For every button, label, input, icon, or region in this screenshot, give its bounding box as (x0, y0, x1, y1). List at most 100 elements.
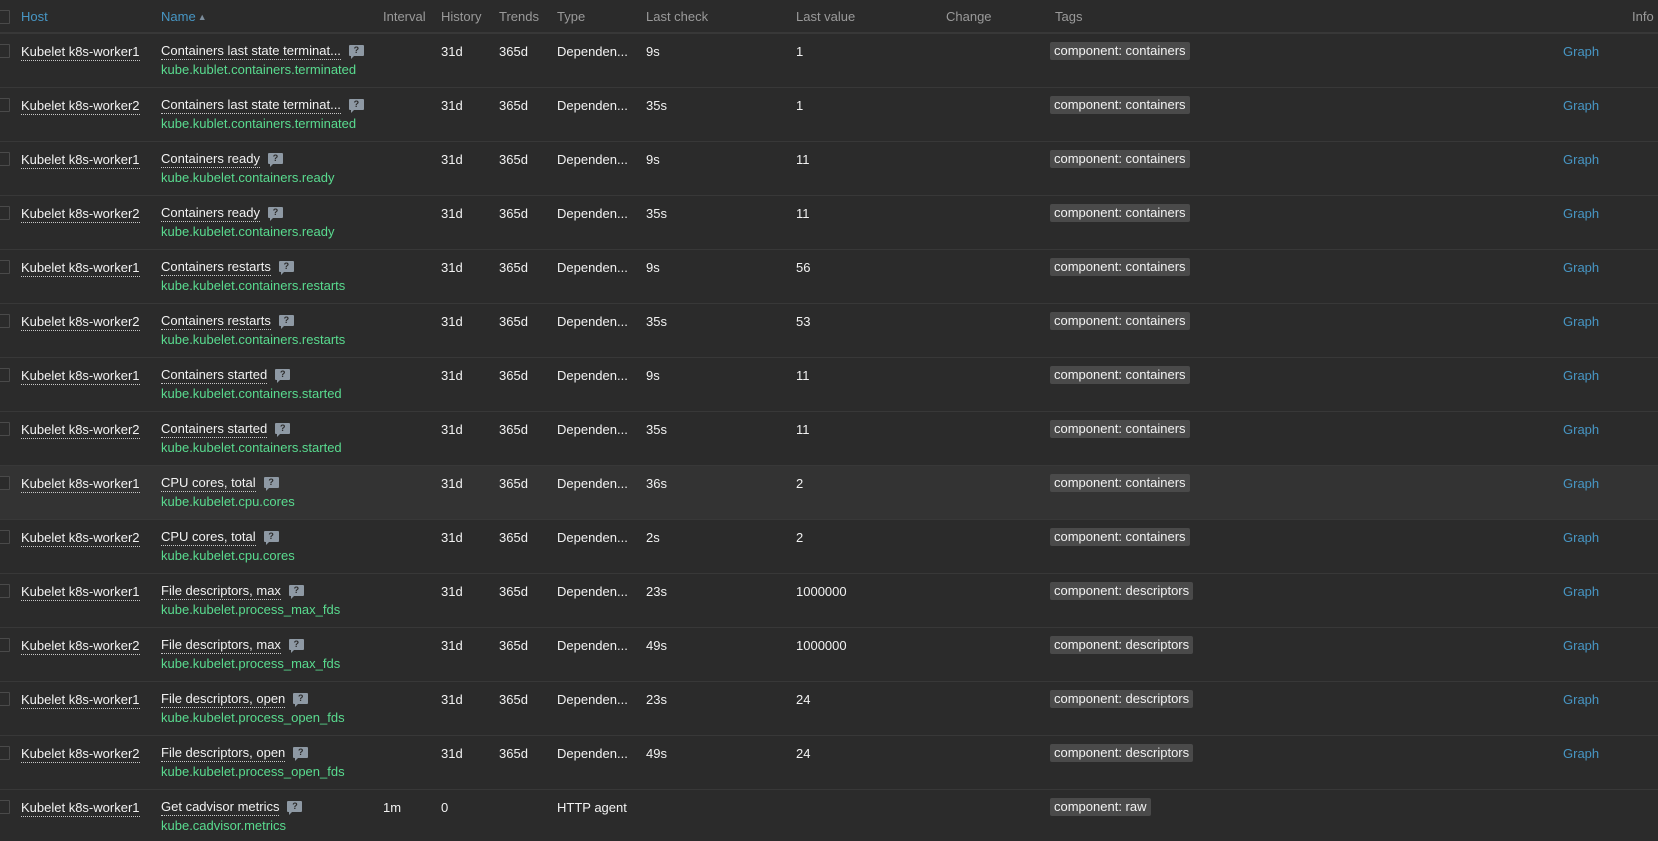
tag-badge[interactable]: component: descriptors (1050, 582, 1194, 600)
column-host[interactable]: Host (21, 9, 48, 24)
tag-badge[interactable]: component: containers (1050, 420, 1190, 438)
item-name-link[interactable]: Containers restarts (161, 313, 271, 330)
graph-link[interactable]: Graph (1563, 260, 1599, 275)
help-icon[interactable]: ? (348, 45, 364, 59)
last-check-cell: 35s (646, 422, 667, 437)
graph-link[interactable]: Graph (1563, 638, 1599, 653)
tag-badge[interactable]: component: containers (1050, 474, 1190, 492)
host-cell: Kubelet k8s-worker1 (21, 692, 140, 709)
graph-link[interactable]: Graph (1563, 422, 1599, 437)
row-checkbox[interactable] (0, 692, 10, 706)
row-checkbox[interactable] (0, 260, 10, 274)
tag-badge[interactable]: component: containers (1050, 528, 1190, 546)
host-link[interactable]: Kubelet k8s-worker1 (21, 152, 140, 169)
host-link[interactable]: Kubelet k8s-worker1 (21, 44, 140, 61)
host-link[interactable]: Kubelet k8s-worker2 (21, 746, 140, 763)
host-link[interactable]: Kubelet k8s-worker1 (21, 476, 140, 493)
item-name-link[interactable]: Containers ready (161, 205, 260, 222)
tag-badge[interactable]: component: raw (1050, 798, 1151, 816)
row-checkbox[interactable] (0, 476, 10, 490)
help-icon[interactable]: ? (278, 261, 294, 275)
graph-link[interactable]: Graph (1563, 206, 1599, 221)
item-name-link[interactable]: File descriptors, max (161, 583, 281, 600)
help-icon[interactable]: ? (275, 369, 291, 383)
item-name-link[interactable]: File descriptors, open (161, 745, 286, 762)
row-checkbox[interactable] (0, 422, 10, 436)
row-checkbox[interactable] (0, 368, 10, 382)
host-link[interactable]: Kubelet k8s-worker2 (21, 98, 140, 115)
host-link[interactable]: Kubelet k8s-worker2 (21, 530, 140, 547)
type-cell: Dependen... (557, 530, 628, 545)
host-link[interactable]: Kubelet k8s-worker2 (21, 422, 140, 439)
tag-badge[interactable]: component: containers (1050, 366, 1190, 384)
help-icon[interactable]: ? (288, 585, 304, 599)
help-icon[interactable]: ? (263, 477, 279, 491)
help-icon[interactable]: ? (287, 801, 303, 815)
graph-link[interactable]: Graph (1563, 584, 1599, 599)
host-link[interactable]: Kubelet k8s-worker1 (21, 692, 140, 709)
tag-badge[interactable]: component: descriptors (1050, 636, 1194, 654)
item-name-link[interactable]: File descriptors, open (161, 691, 286, 708)
row-checkbox[interactable] (0, 152, 10, 166)
help-icon[interactable]: ? (268, 153, 283, 167)
column-name[interactable]: Name ▲ (161, 9, 207, 24)
help-icon[interactable]: ? (263, 531, 279, 545)
row-checkbox[interactable] (0, 584, 10, 598)
item-name-cell: Containers last state terminat...? kube.… (161, 43, 364, 77)
help-icon[interactable]: ? (275, 423, 291, 437)
host-link[interactable]: Kubelet k8s-worker2 (21, 206, 140, 223)
table-row: Kubelet k8s-worker1 File descriptors, ma… (0, 574, 1658, 628)
graph-link[interactable]: Graph (1563, 746, 1599, 761)
item-name-link[interactable]: CPU cores, total (161, 529, 256, 546)
tag-badge[interactable]: component: containers (1050, 42, 1190, 60)
row-checkbox[interactable] (0, 638, 10, 652)
item-name-cell: Containers restarts? kube.kubelet.contai… (161, 259, 345, 293)
tag-badge[interactable]: component: containers (1050, 312, 1190, 330)
row-checkbox[interactable] (0, 98, 10, 112)
help-icon[interactable]: ? (293, 693, 309, 707)
row-checkbox[interactable] (0, 44, 10, 58)
host-link[interactable]: Kubelet k8s-worker1 (21, 800, 140, 817)
graph-link[interactable]: Graph (1563, 476, 1599, 491)
item-name-link[interactable]: Containers started (161, 367, 268, 384)
item-name-link[interactable]: File descriptors, max (161, 637, 281, 654)
item-name-link[interactable]: Containers last state terminat... (161, 43, 341, 60)
tag-badge[interactable]: component: containers (1050, 204, 1190, 222)
host-link[interactable]: Kubelet k8s-worker1 (21, 584, 140, 601)
row-checkbox[interactable] (0, 746, 10, 760)
graph-link[interactable]: Graph (1563, 314, 1599, 329)
tag-badge[interactable]: component: containers (1050, 96, 1190, 114)
tag-badge[interactable]: component: containers (1050, 150, 1190, 168)
item-name-link[interactable]: Containers restarts (161, 259, 271, 276)
row-checkbox[interactable] (0, 206, 10, 220)
graph-link[interactable]: Graph (1563, 98, 1599, 113)
select-all-checkbox[interactable] (0, 10, 10, 24)
item-name-link[interactable]: CPU cores, total (161, 475, 256, 492)
graph-link[interactable]: Graph (1563, 44, 1599, 59)
help-icon[interactable]: ? (348, 99, 364, 113)
row-checkbox[interactable] (0, 314, 10, 328)
host-link[interactable]: Kubelet k8s-worker1 (21, 260, 140, 277)
tag-badge[interactable]: component: descriptors (1050, 690, 1194, 708)
tag-badge[interactable]: component: descriptors (1050, 744, 1194, 762)
host-link[interactable]: Kubelet k8s-worker1 (21, 368, 140, 385)
help-icon[interactable]: ? (288, 639, 304, 653)
item-name-link[interactable]: Containers last state terminat... (161, 97, 341, 114)
graph-link[interactable]: Graph (1563, 530, 1599, 545)
host-link[interactable]: Kubelet k8s-worker2 (21, 314, 140, 331)
item-name-link[interactable]: Containers started (161, 421, 268, 438)
graph-link[interactable]: Graph (1563, 692, 1599, 707)
host-link[interactable]: Kubelet k8s-worker2 (21, 638, 140, 655)
item-name-link[interactable]: Get cadvisor metrics (161, 799, 280, 816)
graph-link[interactable]: Graph (1563, 152, 1599, 167)
graph-link[interactable]: Graph (1563, 368, 1599, 383)
row-checkbox[interactable] (0, 530, 10, 544)
help-icon[interactable]: ? (268, 207, 283, 221)
tag-badge[interactable]: component: containers (1050, 258, 1190, 276)
host-cell: Kubelet k8s-worker1 (21, 152, 140, 169)
last-check-cell: 9s (646, 152, 660, 167)
item-name-link[interactable]: Containers ready (161, 151, 260, 168)
help-icon[interactable]: ? (278, 315, 294, 329)
row-checkbox[interactable] (0, 800, 10, 814)
help-icon[interactable]: ? (293, 747, 309, 761)
